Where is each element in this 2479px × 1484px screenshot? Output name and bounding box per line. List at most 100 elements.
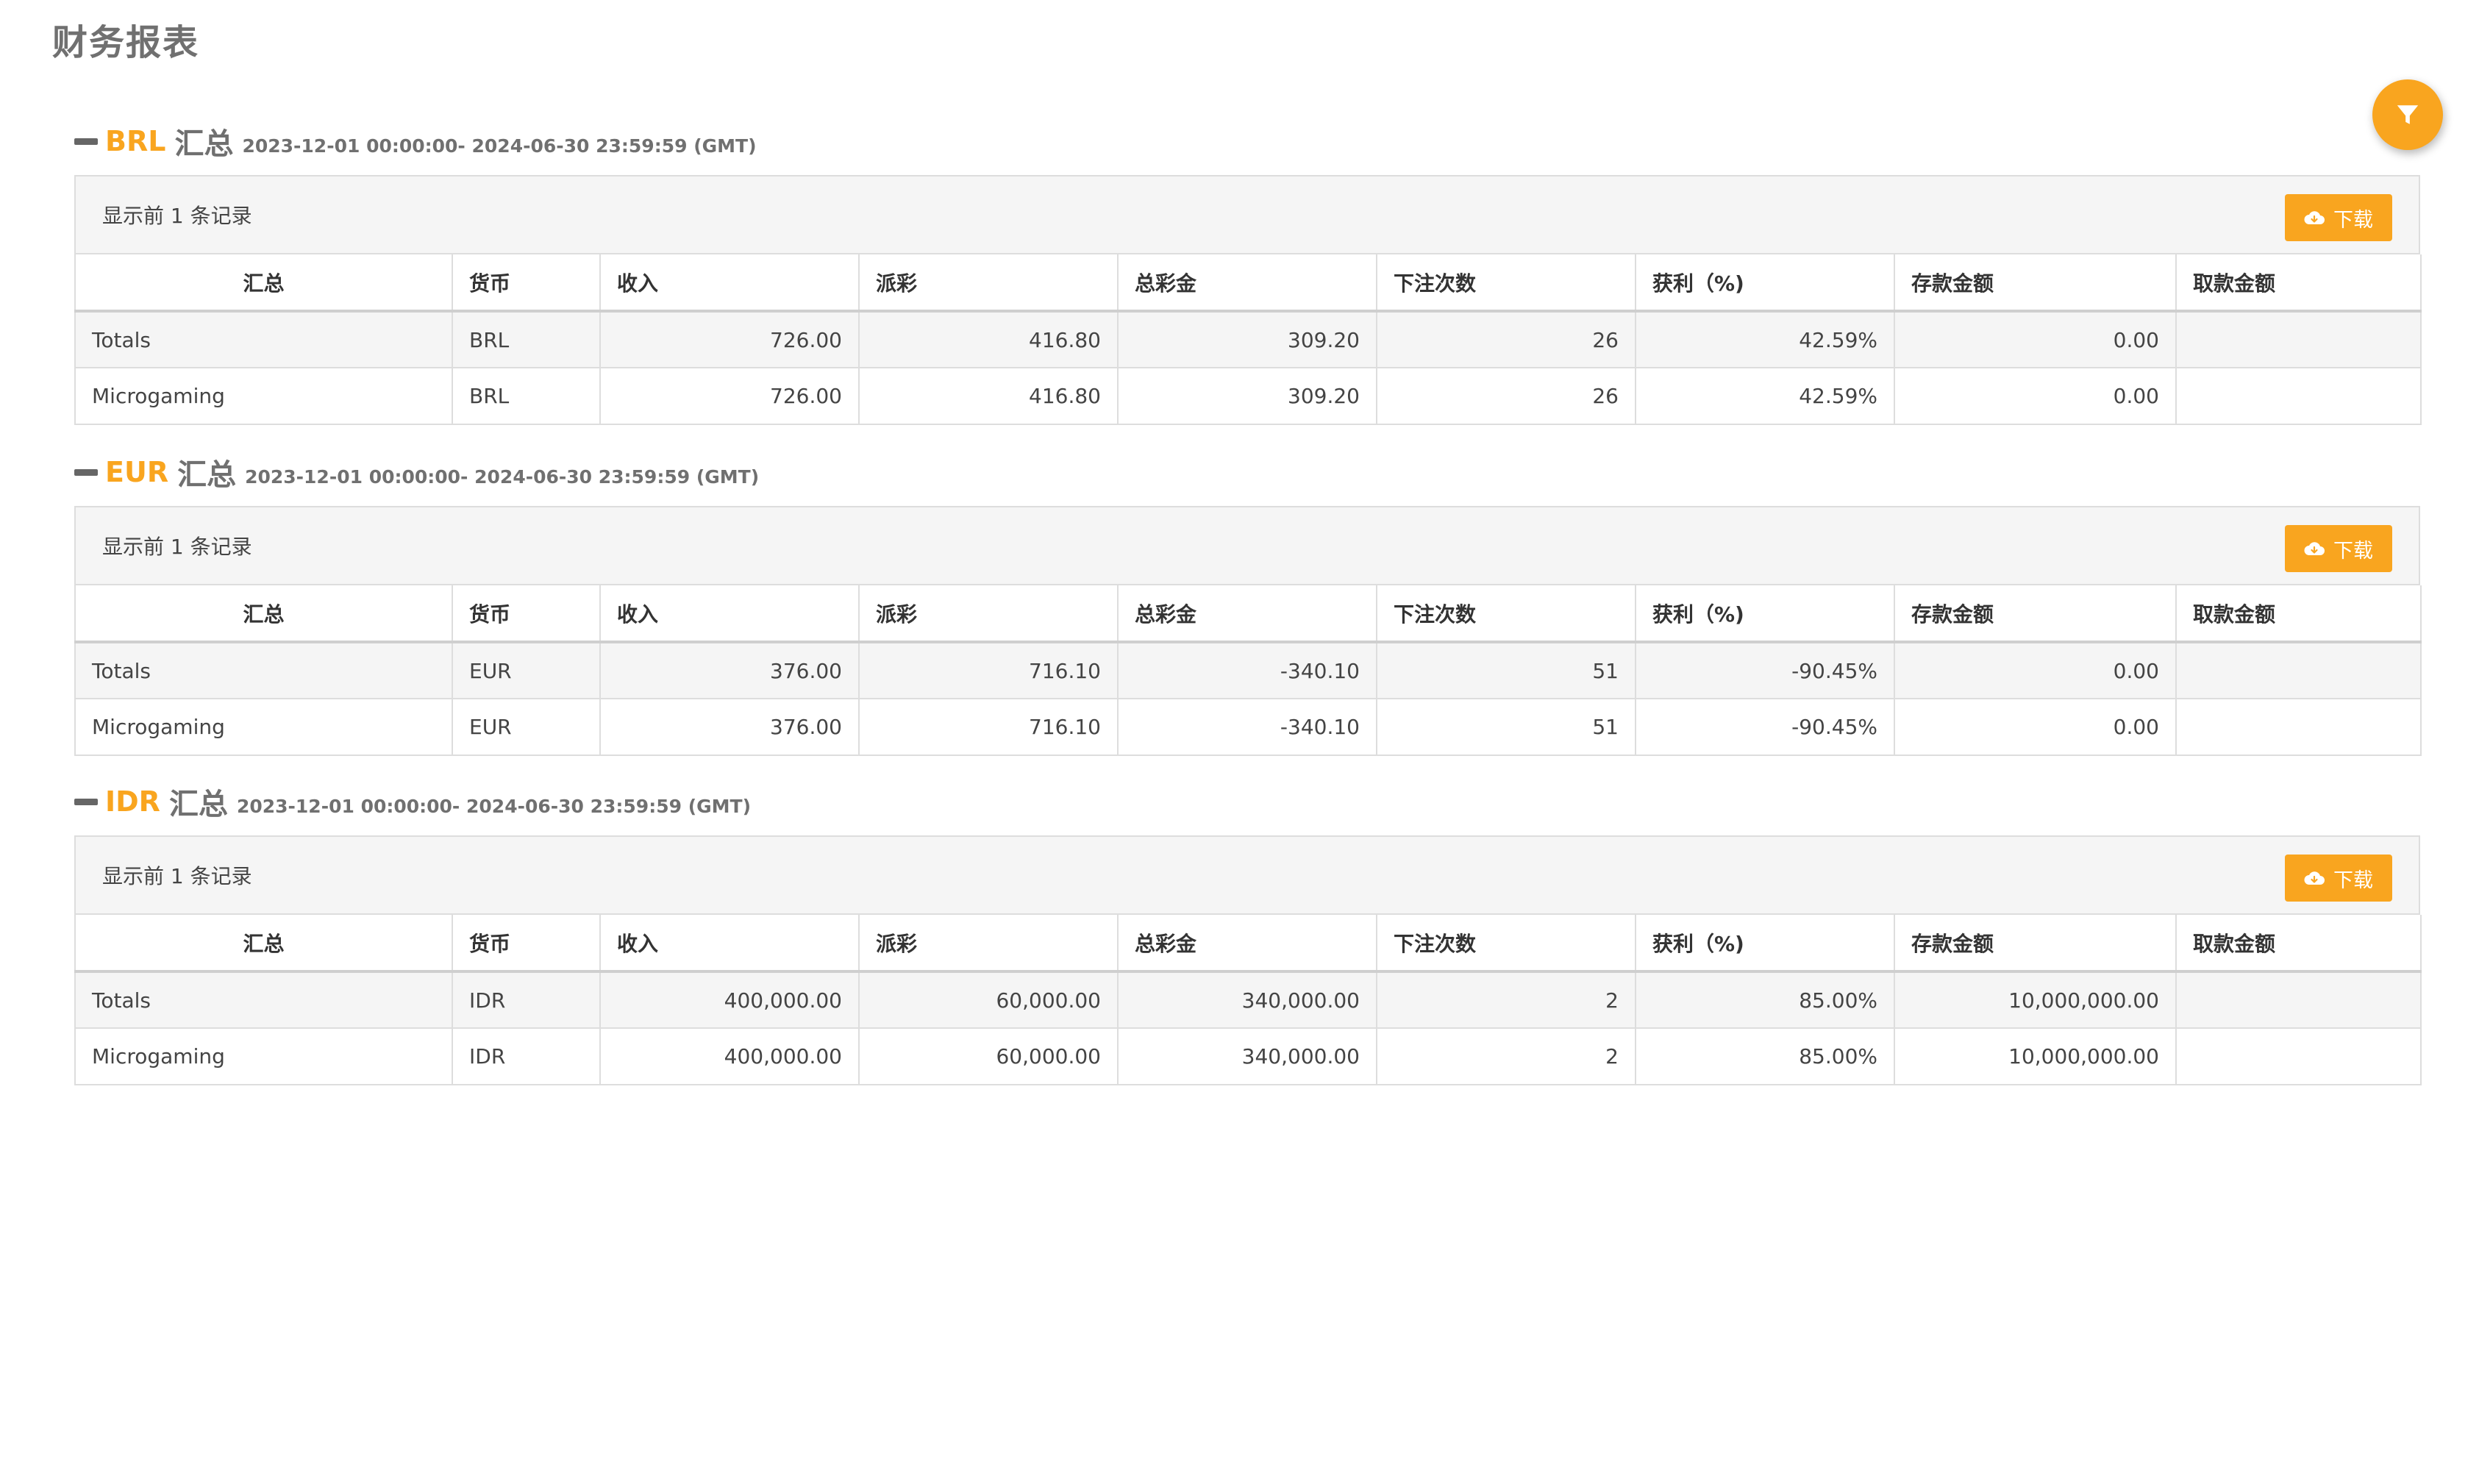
- date-range: 2023-12-01 00:00:00- 2024-06-30 23:59:59…: [236, 795, 752, 817]
- col-header-summary[interactable]: 汇总: [74, 254, 453, 313]
- table-row: Microgaming BRL 726.00 416.80 309.20 26 …: [74, 367, 2422, 425]
- col-header-withdrawal[interactable]: 取款金额: [2175, 585, 2422, 643]
- col-header-income[interactable]: 收入: [599, 585, 860, 643]
- collapse-icon[interactable]: [74, 468, 98, 476]
- table-header-row: 汇总 货币 收入 派彩 总彩金 下注次数 获利（%) 存款金额 取款金额: [74, 585, 2422, 643]
- col-header-summary[interactable]: 汇总: [74, 585, 453, 643]
- table-cell: -340.10: [1117, 698, 1377, 756]
- table-cell: -340.10: [1117, 641, 1377, 699]
- table-header-row: 汇总 货币 收入 派彩 总彩金 下注次数 获利（%) 存款金额 取款金额: [74, 254, 2422, 313]
- report-table: 汇总 货币 收入 派彩 总彩金 下注次数 获利（%) 存款金额 取款金额 Tot…: [74, 254, 2422, 425]
- table-cell: 340,000.00: [1117, 1027, 1377, 1085]
- col-header-withdrawal[interactable]: 取款金额: [2175, 254, 2422, 313]
- section-header: BRL 汇总 2023-12-01 00:00:00- 2024-06-30 2…: [74, 119, 2420, 163]
- table-cell: Totals: [74, 310, 453, 368]
- col-header-currency[interactable]: 货币: [452, 915, 601, 973]
- table-cell: 0.00: [1894, 367, 2177, 425]
- col-header-total-win[interactable]: 总彩金: [1117, 254, 1377, 313]
- col-header-total-win[interactable]: 总彩金: [1117, 915, 1377, 973]
- table-cell: 42.59%: [1635, 367, 1895, 425]
- table-cell: [2175, 971, 2422, 1029]
- col-header-deposit[interactable]: 存款金额: [1894, 585, 2177, 643]
- col-header-profit[interactable]: 获利（%): [1635, 915, 1895, 973]
- col-header-total-win[interactable]: 总彩金: [1117, 585, 1377, 643]
- currency-code: BRL: [105, 125, 166, 157]
- col-header-income[interactable]: 收入: [599, 254, 860, 313]
- table-cell: 400,000.00: [599, 1027, 860, 1085]
- table-header-row: 汇总 货币 收入 派彩 总彩金 下注次数 获利（%) 存款金额 取款金额: [74, 915, 2422, 973]
- download-button[interactable]: 下载: [2285, 525, 2392, 572]
- collapse-icon[interactable]: [74, 138, 98, 145]
- table-cell: 60,000.00: [858, 971, 1119, 1029]
- col-header-bet-count[interactable]: 下注次数: [1376, 254, 1636, 313]
- table-cell: 85.00%: [1635, 971, 1895, 1029]
- date-range: 2023-12-01 00:00:00- 2024-06-30 23:59:59…: [245, 465, 760, 488]
- table-cell: Microgaming: [74, 1027, 453, 1085]
- col-header-currency[interactable]: 货币: [452, 585, 601, 643]
- table-cell: Microgaming: [74, 698, 453, 756]
- summary-label: 汇总: [177, 458, 237, 492]
- table-cell: -90.45%: [1635, 641, 1895, 699]
- col-header-deposit[interactable]: 存款金额: [1894, 254, 2177, 313]
- col-header-deposit[interactable]: 存款金额: [1894, 915, 2177, 973]
- report-table: 汇总 货币 收入 派彩 总彩金 下注次数 获利（%) 存款金额 取款金额 Tot…: [74, 915, 2422, 1085]
- table-row-totals: Totals BRL 726.00 416.80 309.20 26 42.59…: [74, 310, 2422, 368]
- col-header-payout[interactable]: 派彩: [858, 585, 1119, 643]
- currency-code: EUR: [105, 456, 169, 488]
- col-header-profit[interactable]: 获利（%): [1635, 254, 1895, 313]
- summary-label: 汇总: [174, 127, 234, 161]
- table-cell: 10,000,000.00: [1894, 971, 2177, 1029]
- download-button[interactable]: 下载: [2285, 855, 2392, 902]
- table-cell: 716.10: [858, 641, 1119, 699]
- section-header: IDR 汇总 2023-12-01 00:00:00- 2024-06-30 2…: [74, 780, 2420, 824]
- section-brl: BRL 汇总 2023-12-01 00:00:00- 2024-06-30 2…: [74, 119, 2422, 425]
- report-table: 汇总 货币 收入 派彩 总彩金 下注次数 获利（%) 存款金额 取款金额 Tot…: [74, 585, 2422, 756]
- table-cell: [2175, 310, 2422, 368]
- col-header-profit[interactable]: 获利（%): [1635, 585, 1895, 643]
- col-header-withdrawal[interactable]: 取款金额: [2175, 915, 2422, 973]
- col-header-bet-count[interactable]: 下注次数: [1376, 585, 1636, 643]
- record-count: 显示前 1 条记录: [102, 535, 252, 559]
- table-cell: [2175, 698, 2422, 756]
- download-button[interactable]: 下载: [2285, 194, 2392, 241]
- table-cell: 2: [1376, 1027, 1636, 1085]
- table-cell: 716.10: [858, 698, 1119, 756]
- currency-code: IDR: [105, 785, 160, 818]
- table-cell: 60,000.00: [858, 1027, 1119, 1085]
- col-header-bet-count[interactable]: 下注次数: [1376, 915, 1636, 973]
- cloud-download-icon: [2304, 211, 2325, 224]
- col-header-payout[interactable]: 派彩: [858, 915, 1119, 973]
- table-cell: 42.59%: [1635, 310, 1895, 368]
- table-cell: 10,000,000.00: [1894, 1027, 2177, 1085]
- col-header-summary[interactable]: 汇总: [74, 915, 453, 973]
- section-eur: EUR 汇总 2023-12-01 00:00:00- 2024-06-30 2…: [74, 450, 2422, 756]
- table-cell: Microgaming: [74, 367, 453, 425]
- col-header-payout[interactable]: 派彩: [858, 254, 1119, 313]
- col-header-currency[interactable]: 货币: [452, 254, 601, 313]
- summary-label: 汇总: [168, 788, 228, 821]
- table-cell: Totals: [74, 641, 453, 699]
- table-cell: 376.00: [599, 698, 860, 756]
- table-cell: 51: [1376, 698, 1636, 756]
- col-header-income[interactable]: 收入: [599, 915, 860, 973]
- cloud-download-icon: [2304, 542, 2325, 555]
- cloud-download-icon: [2304, 871, 2325, 885]
- table-cell: 2: [1376, 971, 1636, 1029]
- table-cell: 400,000.00: [599, 971, 860, 1029]
- table-cell: 51: [1376, 641, 1636, 699]
- table-cell: 340,000.00: [1117, 971, 1377, 1029]
- date-range: 2023-12-01 00:00:00- 2024-06-30 23:59:59…: [242, 135, 757, 157]
- download-label: 下载: [2333, 539, 2373, 563]
- record-count: 显示前 1 条记录: [102, 864, 252, 888]
- table-cell: Totals: [74, 971, 453, 1029]
- table-cell: BRL: [452, 367, 601, 425]
- record-count: 显示前 1 条记录: [102, 204, 252, 228]
- table-cell: IDR: [452, 971, 601, 1029]
- table-toolbar: 显示前 1 条记录 下载: [74, 835, 2420, 915]
- table-cell: 26: [1376, 310, 1636, 368]
- table-cell: 376.00: [599, 641, 860, 699]
- section-header: EUR 汇总 2023-12-01 00:00:00- 2024-06-30 2…: [74, 450, 2420, 494]
- download-label: 下载: [2333, 868, 2373, 892]
- table-cell: 85.00%: [1635, 1027, 1895, 1085]
- collapse-icon[interactable]: [74, 798, 98, 805]
